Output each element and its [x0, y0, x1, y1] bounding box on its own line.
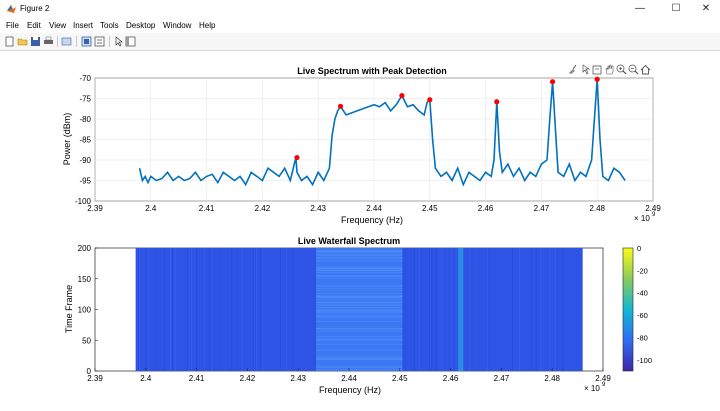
open-file-icon[interactable]	[17, 36, 28, 47]
close-button[interactable]: ✕	[690, 0, 720, 18]
menu-window[interactable]: Window	[163, 21, 191, 30]
x-tick-label: 2.42	[255, 204, 271, 213]
waterfall-x-exponent: × 10	[584, 384, 600, 393]
x-tick-label: 2.43	[310, 204, 326, 213]
x-tick-label: 2.45	[392, 374, 408, 383]
peak-marker	[549, 79, 556, 85]
colorbar-tick-label: -20	[637, 266, 648, 275]
colorbar-tick-label: -60	[637, 311, 648, 320]
y-tick-label: 200	[78, 244, 92, 253]
x-tick-label: 2.46	[443, 374, 459, 383]
figure-toolbar	[0, 33, 720, 51]
window-titlebar: Figure 2 — ☐ ✕	[0, 0, 720, 18]
waterfall-axes[interactable]: 2.39 2.4 2.41 2.42 2.43 2.44 2.45 2.46 2.47 2.48 2…	[64, 236, 652, 395]
x-tick-label: 2.48	[589, 204, 605, 213]
dock-figure-icon[interactable]	[81, 36, 92, 47]
waterfall-ylabel: Time Frame	[64, 285, 74, 333]
x-tick-label: 2.4	[140, 374, 152, 383]
matlab-logo-icon	[6, 3, 17, 14]
x-tick-label: 2.45	[422, 204, 438, 213]
peak-marker	[399, 93, 405, 99]
menu-desktop[interactable]: Desktop	[126, 21, 155, 30]
maximize-button[interactable]: ☐	[660, 0, 692, 18]
spectrum-x-exponent: × 10	[634, 214, 650, 223]
waterfall-image	[135, 248, 583, 371]
y-tick-label: 150	[78, 275, 92, 284]
menu-bar: File Edit View Insert Tools Desktop Wind…	[0, 18, 720, 33]
window-title: Figure 2	[20, 4, 50, 13]
print-icon[interactable]	[43, 36, 54, 47]
colorbar-ticks: 0 -20 -40 -60 -80 -100	[637, 244, 652, 365]
colorbar-tick-label: -40	[637, 289, 648, 298]
y-tick-label: -80	[79, 115, 91, 124]
colorbar-tick-label: 0	[637, 244, 641, 253]
y-tick-label: 100	[78, 306, 92, 315]
y-tick-label: 50	[82, 336, 91, 345]
spectrum-title: Live Spectrum with Peak Detection	[297, 66, 447, 76]
x-tick-label: 2.46	[478, 204, 494, 213]
plot-browser-icon[interactable]	[125, 36, 136, 47]
peak-marker	[294, 154, 300, 161]
plots-canvas: 2.39 2.4 2.41 2.42 2.43 2.44 2.45 2.46 2.47 2.48 2…	[62, 66, 661, 395]
save-icon[interactable]	[30, 36, 41, 47]
menu-file[interactable]: File	[6, 21, 19, 30]
x-tick-label: 2.41	[199, 204, 215, 213]
x-tick-label: 2.47	[534, 204, 550, 213]
spectrum-xlabel: Frequency (Hz)	[341, 215, 403, 225]
peak-marker	[427, 97, 433, 103]
peak-marker	[494, 99, 500, 105]
x-tick-label: 2.44	[366, 204, 382, 213]
menu-tools[interactable]: Tools	[100, 21, 119, 30]
x-tick-label: 2.42	[240, 374, 256, 383]
y-tick-label: -85	[79, 136, 91, 145]
y-tick-label: -75	[79, 95, 91, 104]
link-plot-icon[interactable]	[61, 36, 72, 47]
waterfall-xlabel: Frequency (Hz)	[319, 385, 381, 395]
minimize-button[interactable]: —	[624, 0, 656, 18]
y-tick-label: -95	[79, 177, 91, 186]
peak-marker	[594, 76, 600, 82]
property-inspector-icon[interactable]	[94, 36, 105, 47]
menu-edit[interactable]: Edit	[27, 21, 41, 30]
x-tick-label: 2.47	[494, 374, 510, 383]
x-tick-label: 2.48	[544, 374, 560, 383]
x-tick-label: 2.44	[341, 374, 357, 383]
spectrum-axes[interactable]: 2.39 2.4 2.41 2.42 2.43 2.44 2.45 2.46 2.47 2.48 2…	[62, 66, 661, 225]
toolbar-separator	[57, 36, 58, 47]
y-tick-label: 0	[87, 367, 92, 376]
menu-view[interactable]: View	[49, 21, 66, 30]
x-tick-label: 2.43	[290, 374, 306, 383]
menu-help[interactable]: Help	[199, 21, 215, 30]
edit-plot-arrow-icon[interactable]	[113, 36, 124, 47]
x-tick-label: 2.4	[145, 204, 157, 213]
y-tick-label: -90	[79, 156, 91, 165]
waterfall-title: Live Waterfall Spectrum	[298, 236, 400, 246]
toolbar-separator	[109, 36, 110, 47]
colorbar-tick-label: -100	[637, 356, 652, 365]
colorbar[interactable]	[622, 247, 634, 372]
peak-marker	[337, 103, 344, 109]
y-tick-label: -70	[79, 74, 91, 83]
waterfall-band	[458, 248, 464, 371]
toolbar-separator	[76, 36, 77, 47]
new-figure-icon[interactable]	[4, 36, 15, 47]
y-tick-label: -100	[75, 197, 92, 206]
x-tick-label: 2.41	[189, 374, 205, 383]
spectrum-ylabel: Power (dBm)	[62, 113, 72, 166]
colorbar-tick-label: -80	[637, 333, 648, 342]
menu-insert[interactable]: Insert	[73, 21, 93, 30]
